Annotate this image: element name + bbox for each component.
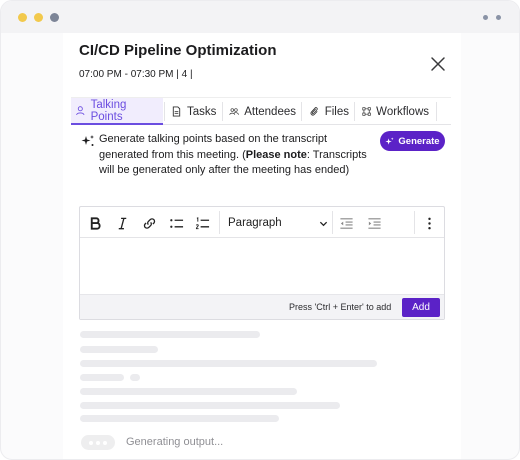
loading-skeleton-line [80, 331, 260, 338]
add-button[interactable]: Add [402, 298, 440, 317]
menu-dot [496, 15, 501, 20]
window-control-dot[interactable] [18, 13, 27, 22]
more-vertical-icon [427, 217, 431, 229]
bullet-list-icon [169, 218, 183, 228]
italic-button[interactable] [112, 213, 132, 233]
note-label: Please note [245, 148, 307, 161]
loading-skeleton-line [80, 360, 377, 367]
tab-files[interactable]: Files [305, 98, 353, 125]
editor-text-area[interactable] [80, 238, 444, 294]
generating-status: Generating output... [126, 436, 224, 448]
toolbar-divider [219, 211, 220, 234]
loader-dot [89, 440, 93, 445]
tab-divider [354, 102, 355, 121]
meeting-details: 07:00 PM - 07:30 PM | 4 | [79, 69, 193, 80]
app-window: CI/CD Pipeline Optimization 07:00 PM - 0… [0, 0, 520, 460]
paperclip-icon [310, 107, 318, 116]
numbered-list-icon [195, 216, 209, 229]
tab-label: Attendees [244, 105, 296, 118]
tab-label: Workflows [376, 105, 429, 118]
outdent-button[interactable] [336, 213, 356, 233]
close-button[interactable] [429, 55, 447, 73]
toolbar-divider [414, 211, 415, 234]
tab-label: Talking Points [90, 98, 127, 123]
outdent-icon [339, 217, 353, 229]
bold-button[interactable] [85, 213, 105, 233]
loader-dot [96, 440, 100, 445]
toolbar-divider [332, 211, 333, 234]
sparkle-icon [385, 136, 394, 145]
tab-attendees[interactable]: Attendees [225, 98, 300, 125]
window-control-dot[interactable] [34, 13, 43, 22]
bullet-list-button[interactable] [166, 213, 186, 233]
typing-indicator [81, 435, 115, 450]
tab-divider [301, 102, 302, 121]
tab-divider [222, 102, 223, 121]
tab-bar: Talking Points Tasks Attendees Files Wor… [71, 97, 451, 125]
add-hint: Press 'Ctrl + Enter' to add [289, 302, 392, 312]
generate-button[interactable]: Generate [380, 131, 445, 151]
editor-footer: Press 'Ctrl + Enter' to add Add [80, 294, 444, 319]
generate-button-label: Generate [398, 135, 440, 147]
loader-dot [103, 440, 107, 445]
loading-skeleton-line [80, 374, 124, 381]
rich-text-editor: Paragraph Press 'Ctrl + Enter' to add Ad… [79, 206, 445, 320]
indent-button[interactable] [364, 213, 384, 233]
paragraph-format-select[interactable]: Paragraph [228, 213, 328, 233]
menu-dot [483, 15, 488, 20]
loading-skeleton-line [80, 402, 340, 409]
document-icon [172, 106, 181, 117]
editor-toolbar: Paragraph [80, 207, 444, 238]
loading-skeleton-line [80, 388, 297, 395]
chevron-down-icon [319, 221, 328, 226]
close-icon [431, 57, 445, 71]
bold-icon [90, 216, 101, 230]
window-titlebar [1, 1, 519, 33]
tab-label: Files [324, 105, 349, 118]
loading-skeleton-line [130, 374, 140, 381]
tab-label: Tasks [187, 105, 217, 118]
sparkle-icon [81, 135, 94, 146]
people-icon [229, 108, 239, 115]
paragraph-format-value: Paragraph [228, 217, 282, 229]
workflow-icon [362, 107, 371, 116]
loading-skeleton-line [80, 346, 158, 353]
loading-skeleton-line [80, 415, 279, 422]
tab-divider [164, 102, 165, 121]
italic-icon [118, 217, 126, 229]
tab-talking-points[interactable]: Talking Points [71, 98, 163, 125]
person-icon [76, 106, 85, 116]
indent-icon [367, 217, 381, 229]
window-control-dot[interactable] [50, 13, 59, 22]
tab-workflows[interactable]: Workflows [358, 98, 433, 125]
tab-tasks[interactable]: Tasks [167, 98, 221, 125]
link-icon [143, 217, 155, 229]
generate-description: Generate talking points based on the tra… [99, 132, 375, 179]
numbered-list-button[interactable] [192, 213, 212, 233]
meeting-title: CI/CD Pipeline Optimization [79, 42, 277, 59]
link-button[interactable] [139, 213, 159, 233]
tab-divider [436, 102, 437, 121]
more-options-button[interactable] [419, 213, 439, 233]
